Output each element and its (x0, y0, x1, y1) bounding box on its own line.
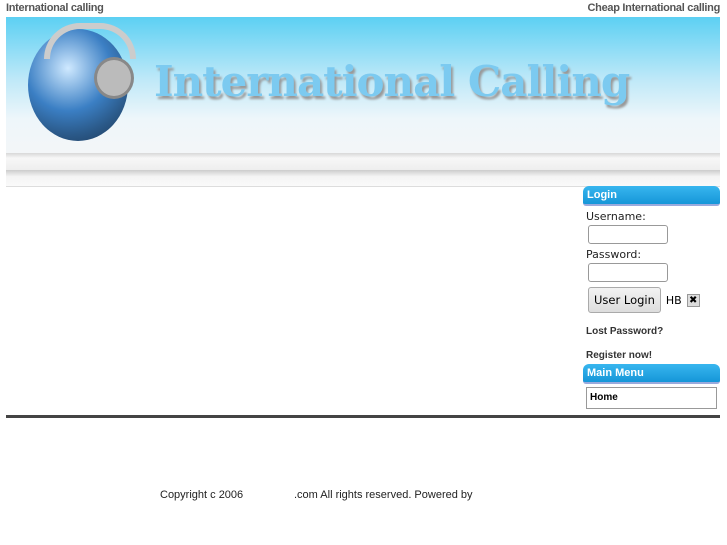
rights-text: .com All rights reserved. Powered by (294, 489, 473, 501)
close-icon[interactable]: ✖ (686, 293, 700, 307)
sub-nav-bar (6, 170, 720, 187)
password-label: Password: (586, 248, 642, 261)
hb-label: HB (665, 293, 682, 307)
copyright-text: Copyright c 2006 (160, 489, 244, 501)
nav-bar (6, 153, 720, 170)
site-link[interactable]: International calling (6, 2, 104, 14)
login-header: Login (583, 186, 720, 206)
user-login-button[interactable]: User Login (588, 287, 661, 313)
footer-divider (6, 415, 720, 418)
tagline-link[interactable]: Cheap International calling (588, 2, 721, 14)
username-input[interactable] (588, 225, 668, 244)
phone-handset-icon (44, 23, 136, 59)
lost-password-link[interactable]: Lost Password? (586, 326, 720, 337)
username-label: Username: (586, 210, 646, 223)
register-link[interactable]: Register now! (586, 350, 720, 361)
main-menu-header: Main Menu (583, 364, 720, 384)
sidebar: Login Username: Password: User Login HB … (583, 186, 720, 409)
password-input[interactable] (588, 263, 668, 282)
header-banner: International Calling (6, 17, 720, 153)
banner-title: International Calling (154, 57, 630, 106)
menu-item-home[interactable]: Home (586, 387, 717, 409)
rotary-dial-icon (94, 57, 134, 99)
